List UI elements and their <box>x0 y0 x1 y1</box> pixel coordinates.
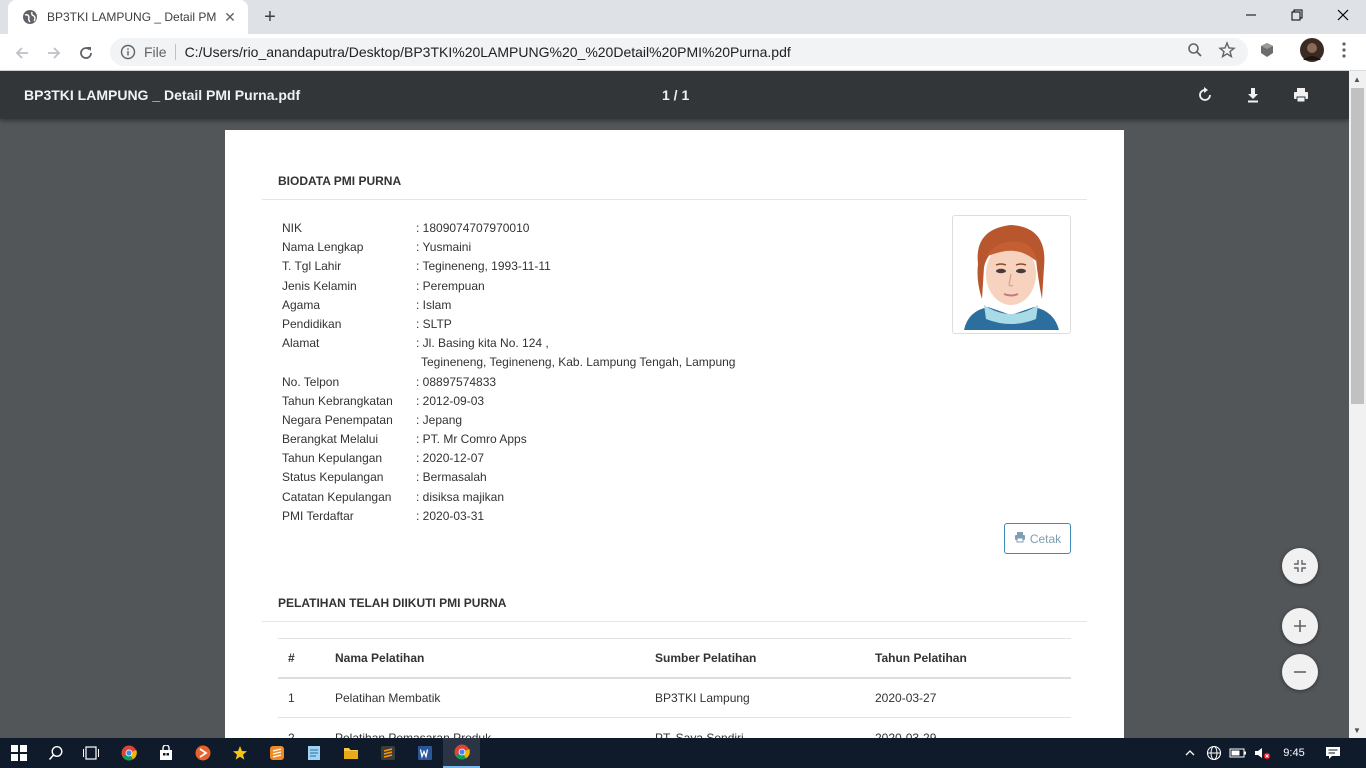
pelatihan-title: PELATIHAN TELAH DIIKUTI PMI PURNA <box>278 596 507 610</box>
field-pmi-terdaftar: PMI Terdaftar: 2020-03-31 <box>282 508 485 523</box>
file-explorer-icon[interactable] <box>332 738 369 768</box>
pdf-file-name: BP3TKI LAMPUNG _ Detail PMI Purna.pdf <box>24 87 301 103</box>
zoom-out-button[interactable] <box>1282 654 1318 690</box>
scroll-thumb[interactable] <box>1351 88 1364 404</box>
profile-photo <box>952 215 1071 334</box>
start-button[interactable] <box>0 738 37 768</box>
battery-icon[interactable] <box>1227 738 1249 768</box>
field-telpon: No. Telpon: 08897574833 <box>282 374 497 389</box>
table-row: 2 Pelatihan Pemasaran Produk PT. Saya Se… <box>278 717 1071 738</box>
field-negara: Negara Penempatan: Jepang <box>282 412 463 427</box>
field-alamat-line2: Tegineneng, Tegineneng, Kab. Lampung Ten… <box>421 355 736 370</box>
biodata-title: BIODATA PMI PURNA <box>278 174 402 188</box>
field-ttl: T. Tgl Lahir: Tegineneng, 1993-11-11 <box>282 259 551 274</box>
col-number: # <box>278 638 325 679</box>
table-header-row: # Nama Pelatihan Sumber Pelatihan Tahun … <box>278 638 1071 679</box>
field-jenis-kelamin: Jenis Kelamin: Perempuan <box>282 278 485 293</box>
reload-button[interactable] <box>73 40 99 66</box>
back-button[interactable] <box>9 40 35 66</box>
url-text[interactable]: C:/Users/rio_anandaputra/Desktop/BP3TKI%… <box>185 44 791 60</box>
app-sublime-icon-2[interactable] <box>369 738 406 768</box>
extension-icon[interactable] <box>1257 40 1277 60</box>
print-icon <box>1014 531 1026 546</box>
field-agama: Agama: Islam <box>282 297 452 312</box>
globe-icon <box>22 9 38 25</box>
tab-strip: BP3TKI LAMPUNG _ Detail PMI P ✕ + <box>0 0 1366 34</box>
menu-dots-icon[interactable] <box>1334 40 1354 60</box>
tab-title: BP3TKI LAMPUNG _ Detail PMI P <box>47 10 216 24</box>
chrome-active-icon[interactable] <box>443 738 480 768</box>
info-icon[interactable] <box>120 44 136 60</box>
app-sublime-icon[interactable] <box>258 738 295 768</box>
pdf-scrollbar[interactable]: ▲ ▼ <box>1349 71 1366 738</box>
profile-avatar[interactable] <box>1300 38 1324 62</box>
minimize-button[interactable] <box>1228 0 1274 30</box>
pdf-toolbar: BP3TKI LAMPUNG _ Detail PMI Purna.pdf 1 … <box>0 71 1349 119</box>
field-alamat: Alamat: Jl. Basing kita No. 124 , <box>282 336 549 351</box>
chrome-taskbar-icon[interactable] <box>110 738 147 768</box>
scheme-label: File <box>144 44 167 60</box>
address-bar[interactable]: File C:/Users/rio_anandaputra/Desktop/BP… <box>110 38 1248 66</box>
field-nama: Nama Lengkap: Yusmaini <box>282 240 472 255</box>
task-view-icon[interactable] <box>72 738 109 768</box>
close-window-button[interactable] <box>1320 0 1366 30</box>
app-orange-icon[interactable] <box>184 738 221 768</box>
volume-muted-icon[interactable] <box>1251 738 1273 768</box>
col-nama-pelatihan: Nama Pelatihan <box>325 638 645 679</box>
biodata-list: NIK: 1809074707970010 Nama Lengkap: Yusm… <box>282 219 735 526</box>
cetak-button[interactable]: Cetak <box>1004 523 1071 554</box>
field-berangkat-melalui: Berangkat Melalui: PT. Mr Comro Apps <box>282 432 527 447</box>
close-tab-icon[interactable]: ✕ <box>222 9 238 25</box>
pelatihan-table: # Nama Pelatihan Sumber Pelatihan Tahun … <box>278 638 1071 738</box>
col-tahun-pelatihan: Tahun Pelatihan <box>865 638 1071 679</box>
pdf-page: BIODATA PMI PURNA NIK: 1809074707970010 … <box>225 130 1124 738</box>
search-icon[interactable] <box>37 738 74 768</box>
notepad-icon[interactable] <box>295 738 332 768</box>
zoom-in-button[interactable] <box>1282 608 1318 644</box>
col-sumber-pelatihan: Sumber Pelatihan <box>645 638 865 679</box>
clock[interactable]: 9:45 <box>1276 738 1312 768</box>
cetak-label: Cetak <box>1029 531 1062 546</box>
network-globe-icon[interactable] <box>1203 738 1225 768</box>
zoom-icon[interactable] <box>1185 40 1205 60</box>
restore-button[interactable] <box>1274 0 1320 30</box>
scroll-up-arrow[interactable]: ▲ <box>1353 75 1361 84</box>
field-tahun-keberangkatan: Tahun Kebrangkatan: 2012-09-03 <box>282 393 485 408</box>
field-catatan-kepulangan: Catatan Kepulangan: disiksa majikan <box>282 489 505 504</box>
scroll-down-arrow[interactable]: ▼ <box>1353 726 1361 735</box>
field-tahun-kepulangan: Tahun Kepulangan: 2020-12-07 <box>282 451 485 466</box>
notifications-icon[interactable] <box>1320 738 1346 768</box>
browser-toolbar: File C:/Users/rio_anandaputra/Desktop/BP… <box>0 34 1366 71</box>
chevron-up-icon[interactable] <box>1180 738 1200 768</box>
app-star-icon[interactable] <box>221 738 258 768</box>
field-pendidikan: Pendidikan: SLTP <box>282 316 452 331</box>
new-tab-button[interactable]: + <box>258 6 282 28</box>
pelatihan-divider <box>262 621 1087 622</box>
biodata-divider <box>262 199 1087 200</box>
field-status-kepulangan: Status Kepulangan: Bermasalah <box>282 470 487 485</box>
page-indicator: 1 / 1 <box>662 87 690 103</box>
windows-taskbar: 9:45 <box>0 738 1366 768</box>
forward-button[interactable] <box>41 40 67 66</box>
table-row: 1 Pelatihan Membatik BP3TKI Lampung 2020… <box>278 677 1071 718</box>
bookmark-star-icon[interactable] <box>1217 40 1237 60</box>
store-icon[interactable] <box>147 738 184 768</box>
rotate-icon[interactable] <box>1193 83 1217 107</box>
print-icon[interactable] <box>1289 83 1313 107</box>
word-icon[interactable] <box>406 738 443 768</box>
field-nik: NIK: 1809074707970010 <box>282 221 530 235</box>
browser-tab[interactable]: BP3TKI LAMPUNG _ Detail PMI P ✕ <box>8 0 248 34</box>
fit-page-button[interactable] <box>1282 548 1318 584</box>
download-icon[interactable] <box>1241 83 1265 107</box>
omnibox-separator <box>174 44 176 60</box>
